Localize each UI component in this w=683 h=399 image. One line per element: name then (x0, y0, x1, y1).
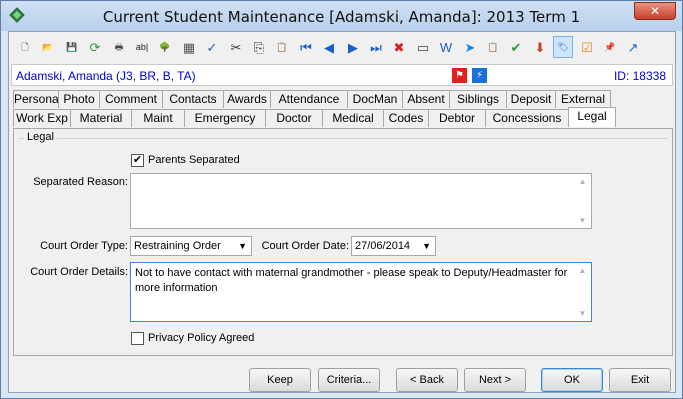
checklist-icon[interactable]: ☑ (577, 36, 597, 58)
tab-docman[interactable]: DocMan (347, 90, 403, 108)
tab-photo[interactable]: Photo (58, 90, 100, 108)
court-order-type-select[interactable]: Restraining Order ▼ (130, 236, 252, 256)
client-area: 🗋 📂 💾 ⟳ 🖶 ab| 🌳 ▦ ✓ ✂ ⎘ 📋 ⏮ ◀ ▶ ⏭ ✖ ▭ W ➤ 📋 ✔ ⬇ 🏷 ☑ 📌 ↗ Adamski, A… (8, 31, 676, 393)
tag-icon[interactable]: 🏷 (553, 36, 573, 58)
external-link-icon[interactable]: ↗ (623, 36, 643, 58)
send-icon[interactable]: ➤ (460, 36, 480, 58)
scroll-up-icon[interactable]: ▲ (575, 266, 590, 275)
card-icon[interactable]: ▭ (413, 36, 433, 58)
spellcheck-icon[interactable]: ✓ (202, 36, 222, 58)
court-order-details-field[interactable]: Not to have contact with maternal grandm… (130, 262, 592, 322)
back-button[interactable]: < Back (396, 368, 458, 392)
field-label-icon[interactable]: ab| (132, 36, 152, 58)
first-record-icon[interactable]: ⏮ (296, 36, 316, 58)
court-order-type-value: Restraining Order (134, 240, 221, 252)
calculator-icon[interactable]: ▦ (179, 36, 199, 58)
tab-medical[interactable]: Medical (322, 109, 384, 127)
court-order-details-scrollbar[interactable]: ▲ ▼ (575, 263, 590, 321)
copy-icon[interactable]: ⎘ (249, 36, 269, 58)
title-bar[interactable]: Current Student Maintenance [Adamski, Am… (1, 1, 682, 31)
tab-debtor[interactable]: Debtor (428, 109, 486, 127)
close-button[interactable]: ✕ (634, 2, 676, 20)
tab-external[interactable]: External (555, 90, 611, 108)
last-record-icon[interactable]: ⏭ (366, 36, 386, 58)
separated-reason-scrollbar[interactable]: ▲ ▼ (575, 174, 590, 228)
tab-emergency[interactable]: Emergency (184, 109, 266, 127)
tab-maint[interactable]: Maint (131, 109, 185, 127)
criteria-button[interactable]: Criteria... (318, 368, 380, 392)
parents-separated-label: Parents Separated (148, 154, 240, 166)
keep-button[interactable]: Keep (249, 368, 311, 392)
delete-icon[interactable]: ✖ (389, 36, 409, 58)
court-order-date-label: Court Order Date: (261, 240, 349, 252)
word-document-icon[interactable]: W (436, 36, 456, 58)
court-order-date-value: 27/06/2014 (355, 240, 411, 252)
previous-record-icon[interactable]: ◀ (319, 36, 339, 58)
group-label: Legal (24, 131, 57, 143)
tree-icon[interactable]: 🌳 (155, 36, 175, 58)
chevron-down-icon: ▼ (238, 241, 247, 251)
chevron-down-icon: ▼ (422, 241, 431, 251)
cut-icon[interactable]: ✂ (226, 36, 246, 58)
parents-separated-checkbox[interactable]: ✔ (131, 154, 144, 167)
save-icon[interactable]: 💾 (62, 36, 82, 58)
alert-red-icon[interactable]: ⚑ (452, 68, 467, 83)
tab-deposit[interactable]: Deposit (506, 90, 556, 108)
approve-icon[interactable]: ✔ (506, 36, 526, 58)
ok-button[interactable]: OK (541, 368, 603, 392)
paste-icon[interactable]: 📋 (272, 36, 292, 58)
court-order-type-label: Court Order Type: (40, 240, 128, 252)
alert-blue-icon[interactable]: ⚡ (472, 68, 487, 83)
tab-legal[interactable]: Legal (568, 107, 616, 127)
next-record-icon[interactable]: ▶ (343, 36, 363, 58)
student-id: ID: 18338 (613, 69, 666, 83)
window-title: Current Student Maintenance [Adamski, Am… (102, 8, 581, 26)
tab-comment[interactable]: Comment (99, 90, 163, 108)
group-divider (18, 138, 668, 139)
new-document-icon[interactable]: 🗋 (15, 36, 35, 58)
student-name: Adamski, Amanda (J3, BR, B, TA) (16, 69, 196, 83)
tab-codes[interactable]: Codes (383, 109, 429, 127)
pin-icon[interactable]: 📌 (600, 36, 620, 58)
tab-contacts[interactable]: Contacts (162, 90, 224, 108)
exit-button[interactable]: Exit (609, 368, 671, 392)
tab-material[interactable]: Material (70, 109, 132, 127)
print-icon[interactable]: 🖶 (109, 36, 129, 58)
separated-reason-field[interactable] (130, 173, 592, 229)
privacy-policy-label: Privacy Policy Agreed (148, 332, 255, 344)
open-folder-icon[interactable]: 📂 (38, 36, 58, 58)
tab-awards[interactable]: Awards (223, 90, 271, 108)
tab-siblings[interactable]: Siblings (449, 90, 507, 108)
tab-absent[interactable]: Absent (402, 90, 450, 108)
tab-personal[interactable]: Personal (13, 90, 61, 108)
legal-panel: Legal ✔ Parents Separated Separated Reas… (13, 128, 673, 356)
main-window: Current Student Maintenance [Adamski, Am… (0, 0, 683, 399)
scroll-up-icon[interactable]: ▲ (575, 177, 590, 186)
tab-doctor[interactable]: Doctor (265, 109, 323, 127)
court-order-date-picker[interactable]: 27/06/2014 ▼ (351, 236, 436, 256)
toolbar: 🗋 📂 💾 ⟳ 🖶 ab| 🌳 ▦ ✓ ✂ ⎘ 📋 ⏮ ◀ ▶ ⏭ ✖ ▭ W ➤ 📋 ✔ ⬇ 🏷 ☑ 📌 ↗ (11, 34, 675, 62)
court-order-details-label: Court Order Details: (30, 266, 128, 278)
tab-attendance[interactable]: Attendance (270, 90, 348, 108)
download-icon[interactable]: ⬇ (530, 36, 550, 58)
scroll-down-icon[interactable]: ▼ (575, 309, 590, 318)
clipboard-task-icon[interactable]: 📋 (483, 36, 503, 58)
scroll-down-icon[interactable]: ▼ (575, 216, 590, 225)
separated-reason-label: Separated Reason: (33, 176, 128, 188)
tab-work-exp[interactable]: Work Exp (13, 109, 71, 127)
privacy-policy-checkbox[interactable] (131, 332, 144, 345)
student-info-bar: Adamski, Amanda (J3, BR, B, TA) ⚑ ⚡ ID: … (11, 64, 673, 86)
tab-concessions[interactable]: Concessions (485, 109, 569, 127)
next-button[interactable]: Next > (464, 368, 526, 392)
refresh-icon[interactable]: ⟳ (85, 36, 105, 58)
